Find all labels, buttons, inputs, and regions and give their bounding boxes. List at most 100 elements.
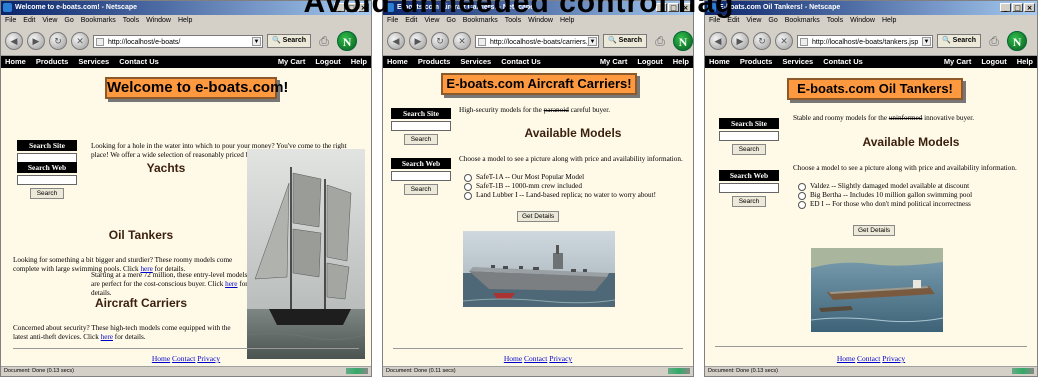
nav-contact[interactable]: Contact Us: [501, 57, 541, 66]
model-option[interactable]: Valdez -- Slightly damaged model availab…: [793, 182, 1037, 191]
option-label: Land Lubber I -- Land-based replica; no …: [476, 191, 657, 199]
url-field[interactable]: http://localhost/e-boats/tankers.jsp ▼: [797, 34, 933, 48]
search-site-input[interactable]: [391, 121, 451, 131]
search-web-input[interactable]: [17, 175, 77, 185]
print-icon[interactable]: ⎙: [315, 34, 333, 48]
nav-contact[interactable]: Contact Us: [823, 57, 863, 66]
stop-icon[interactable]: ✕: [453, 32, 471, 50]
status-bar: Document: Done (0.11 secs): [383, 366, 693, 376]
url-field[interactable]: http://localhost/e-boats/carriers.jsp ▼: [475, 34, 599, 48]
forward-icon[interactable]: ▶: [731, 32, 749, 50]
radio-button[interactable]: [798, 182, 806, 191]
radio-button[interactable]: [798, 200, 806, 209]
model-option[interactable]: Land Lubber I -- Land-based replica; no …: [459, 191, 691, 200]
footer-home-link[interactable]: Home: [152, 354, 170, 363]
stop-icon[interactable]: ✕: [71, 32, 89, 50]
search-site-button[interactable]: Search: [732, 144, 766, 155]
search-web-button[interactable]: Search: [404, 184, 438, 195]
tankers-desc-end: for details.: [152, 265, 186, 273]
print-icon[interactable]: ⎙: [651, 34, 669, 48]
nav-home[interactable]: Home: [387, 57, 408, 66]
yachts-details-link[interactable]: here: [225, 280, 237, 288]
footer-contact-link[interactable]: Contact: [172, 354, 195, 363]
footer-privacy-link[interactable]: Privacy: [549, 354, 572, 363]
search-button-label: Search: [618, 37, 643, 44]
search-site-input[interactable]: [719, 131, 779, 141]
reload-icon[interactable]: ↻: [49, 32, 67, 50]
nav-toolbar: ◀ ▶ ↻ ✕ http://localhost/e-boats/ ▼ 🔍 Sea…: [1, 27, 371, 56]
nav-services[interactable]: Services: [782, 57, 813, 66]
footer-home-link[interactable]: Home: [837, 354, 855, 363]
search-web-input[interactable]: [391, 171, 451, 181]
footer-home-link[interactable]: Home: [504, 354, 522, 363]
model-option[interactable]: Big Bertha -- Includes 10 million gallon…: [793, 191, 1037, 200]
footer-contact-link[interactable]: Contact: [857, 354, 880, 363]
print-icon[interactable]: ⎙: [985, 34, 1003, 48]
forward-icon[interactable]: ▶: [409, 32, 427, 50]
reload-icon[interactable]: ↻: [753, 32, 771, 50]
url-dropdown-icon[interactable]: ▼: [922, 36, 931, 46]
section-heading-oil-tankers: Oil Tankers: [108, 228, 174, 242]
radio-button[interactable]: [464, 173, 472, 182]
nav-contact[interactable]: Contact Us: [119, 57, 159, 66]
nav-help[interactable]: Help: [673, 57, 689, 66]
carriers-details-link[interactable]: here: [101, 333, 113, 341]
nav-products[interactable]: Products: [740, 57, 773, 66]
nav-my-cart[interactable]: My Cart: [944, 57, 972, 66]
nav-logout[interactable]: Logout: [637, 57, 662, 66]
nav-products[interactable]: Products: [36, 57, 69, 66]
footer-privacy-link[interactable]: Privacy: [197, 354, 220, 363]
nav-logout[interactable]: Logout: [981, 57, 1006, 66]
search-web-heading: Search Web: [719, 170, 779, 181]
tankers-details-link[interactable]: here: [140, 265, 152, 273]
search-site-heading: Search Site: [391, 108, 451, 119]
back-icon[interactable]: ◀: [5, 32, 23, 50]
radio-button[interactable]: [464, 182, 472, 191]
carriers-desc-end: for details.: [113, 333, 146, 341]
search-button[interactable]: 🔍 Search: [267, 34, 312, 48]
radio-button[interactable]: [798, 191, 806, 200]
nav-toolbar: ◀ ▶ ↻ ✕ http://localhost/e-boats/carrier…: [383, 27, 693, 56]
get-details-button[interactable]: Get Details: [517, 211, 560, 222]
search-web-input[interactable]: [719, 183, 779, 193]
footer-privacy-link[interactable]: Privacy: [882, 354, 905, 363]
model-option[interactable]: SafeT-1A -- Our Most Popular Model: [459, 173, 691, 182]
model-option[interactable]: SafeT-1B -- 1000-mm crew included: [459, 182, 691, 191]
nav-services[interactable]: Services: [460, 57, 491, 66]
reload-icon[interactable]: ↻: [431, 32, 449, 50]
url-field[interactable]: http://localhost/e-boats/ ▼: [93, 34, 263, 48]
search-button-label: Search: [952, 37, 977, 44]
nav-my-cart[interactable]: My Cart: [278, 57, 306, 66]
search-site-button[interactable]: Search: [404, 134, 438, 145]
page-icon: [96, 37, 104, 46]
nav-home[interactable]: Home: [709, 57, 730, 66]
nav-home[interactable]: Home: [5, 57, 26, 66]
model-options: Valdez -- Slightly damaged model availab…: [793, 182, 1037, 209]
back-icon[interactable]: ◀: [387, 32, 405, 50]
choose-text: Choose a model to see a picture along wi…: [793, 164, 1017, 172]
nav-my-cart[interactable]: My Cart: [600, 57, 628, 66]
stop-icon[interactable]: ✕: [775, 32, 793, 50]
tagline-post: innovative buyer.: [922, 114, 975, 122]
url-dropdown-icon[interactable]: ▼: [587, 36, 597, 46]
nav-services[interactable]: Services: [78, 57, 109, 66]
yacht-photo: [247, 149, 365, 359]
back-icon[interactable]: ◀: [709, 32, 727, 50]
models-heading: Available Models: [524, 126, 622, 140]
nav-help[interactable]: Help: [351, 57, 367, 66]
search-web-button[interactable]: Search: [732, 196, 766, 207]
forward-icon[interactable]: ▶: [27, 32, 45, 50]
search-button[interactable]: 🔍 Search: [937, 34, 982, 48]
tankers-desc: Looking for something a bit bigger and s…: [13, 256, 233, 273]
search-web-button[interactable]: Search: [30, 188, 64, 199]
model-option[interactable]: ED I -- For those who don't mind politic…: [793, 200, 1037, 209]
footer-contact-link[interactable]: Contact: [524, 354, 547, 363]
radio-button[interactable]: [464, 191, 472, 200]
nav-products[interactable]: Products: [418, 57, 451, 66]
nav-logout[interactable]: Logout: [315, 57, 340, 66]
get-details-button[interactable]: Get Details: [853, 225, 896, 236]
search-site-heading: Search Site: [719, 118, 779, 129]
url-dropdown-icon[interactable]: ▼: [252, 36, 261, 46]
nav-help[interactable]: Help: [1017, 57, 1033, 66]
search-button[interactable]: 🔍 Search: [602, 34, 648, 48]
